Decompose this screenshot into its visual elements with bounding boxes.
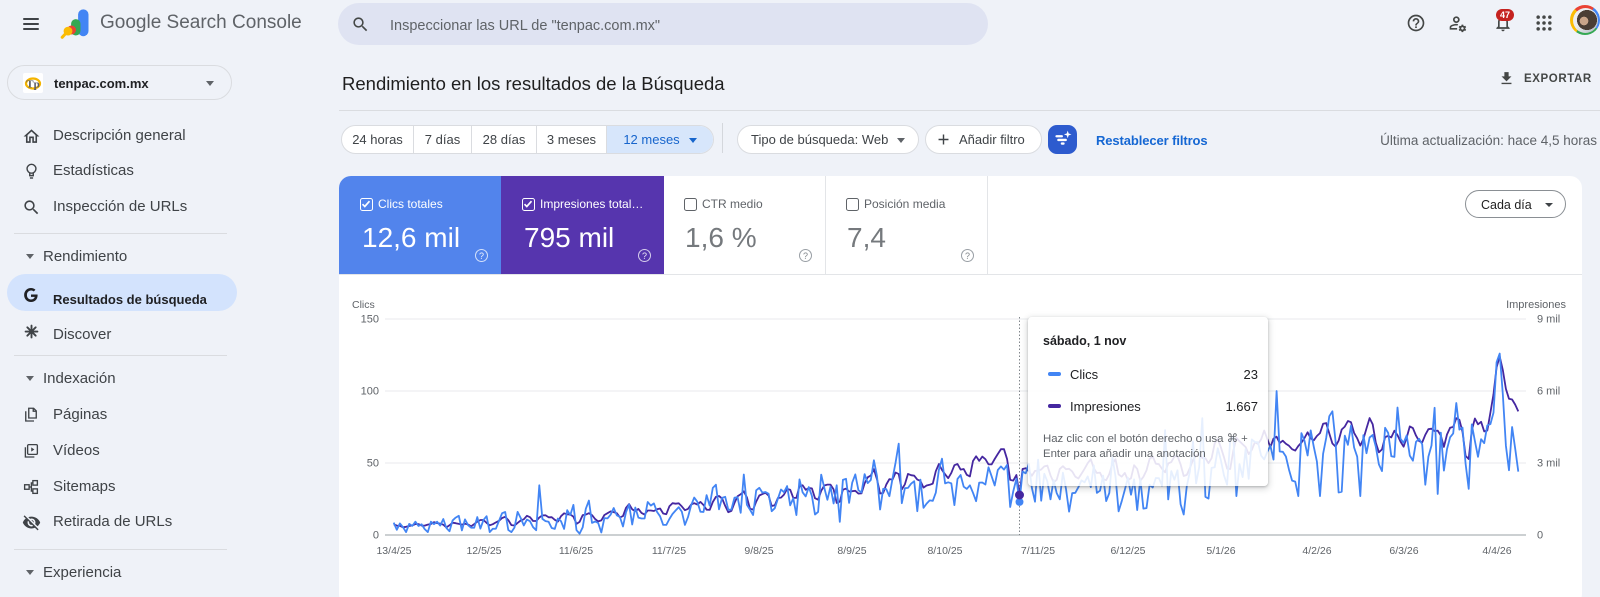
svg-text:0: 0 xyxy=(1537,530,1543,542)
svg-text:Clics: Clics xyxy=(352,299,375,311)
svg-text:8/9/25: 8/9/25 xyxy=(837,545,866,557)
svg-text:6/12/25: 6/12/25 xyxy=(1110,545,1145,557)
svg-text:6/3/26: 6/3/26 xyxy=(1389,545,1418,557)
svg-text:3 mil: 3 mil xyxy=(1537,458,1560,470)
svg-text:5/1/26: 5/1/26 xyxy=(1206,545,1235,557)
svg-text:4/4/26: 4/4/26 xyxy=(1482,545,1511,557)
svg-text:150: 150 xyxy=(361,314,379,326)
svg-text:100: 100 xyxy=(361,386,379,398)
svg-text:9 mil: 9 mil xyxy=(1537,314,1560,326)
svg-text:Impresiones: Impresiones xyxy=(1506,299,1566,311)
svg-text:7/11/25: 7/11/25 xyxy=(1021,545,1055,557)
svg-text:50: 50 xyxy=(367,458,379,470)
svg-text:0: 0 xyxy=(373,530,379,542)
svg-text:11/7/25: 11/7/25 xyxy=(652,545,686,557)
svg-text:4/2/26: 4/2/26 xyxy=(1302,545,1331,557)
svg-text:13/4/25: 13/4/25 xyxy=(376,545,411,557)
svg-text:11/6/25: 11/6/25 xyxy=(559,545,593,557)
svg-text:12/5/25: 12/5/25 xyxy=(466,545,501,557)
svg-text:6 mil: 6 mil xyxy=(1537,386,1560,398)
svg-text:9/8/25: 9/8/25 xyxy=(744,545,773,557)
svg-text:8/10/25: 8/10/25 xyxy=(927,545,962,557)
